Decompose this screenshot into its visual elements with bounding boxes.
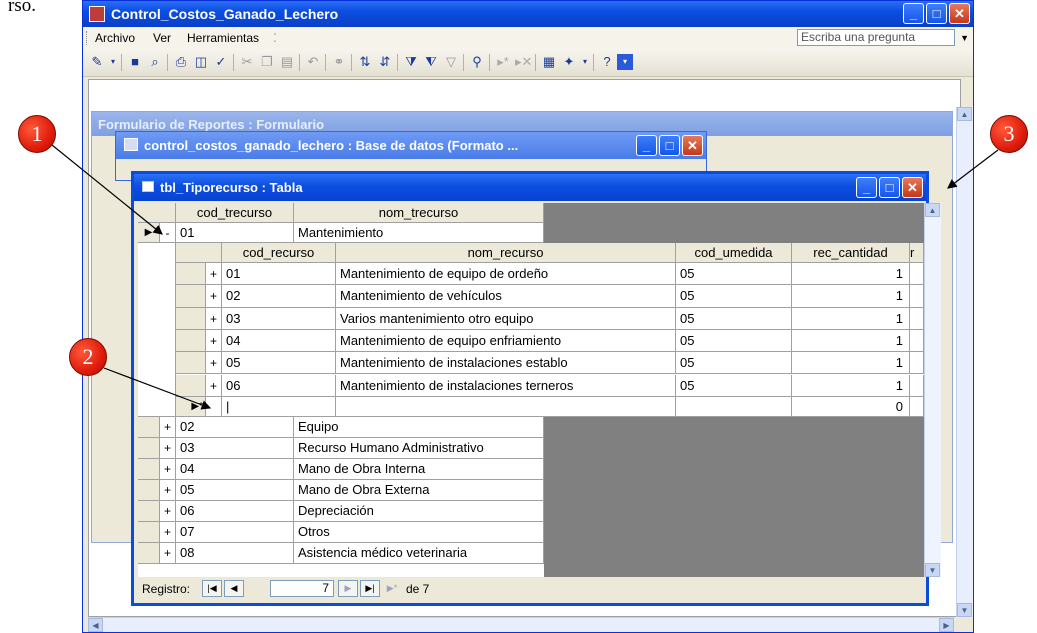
callout-2: 2 <box>69 338 107 376</box>
callout-3-arrow <box>947 149 999 189</box>
callout-2-arrow <box>103 367 212 410</box>
callout-1-arrow <box>51 144 163 235</box>
callout-3: 3 <box>990 115 1028 153</box>
callout-1: 1 <box>18 115 56 153</box>
callout-arrows <box>51 144 999 410</box>
